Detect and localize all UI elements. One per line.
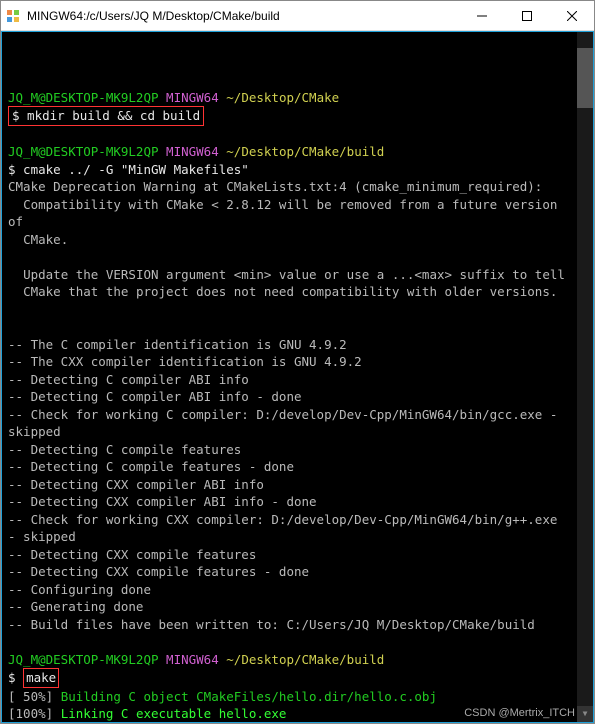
output-line: CMake. [8,232,68,247]
output-line: Linking C executable hello.exe [61,706,287,721]
prompt-shell: MINGW64 [166,144,219,159]
output-line: -- Check for working C compiler: D:/deve… [8,407,565,440]
annotation-box-mkdir: $ mkdir build && cd build [8,106,204,126]
output-line: -- The C compiler identification is GNU … [8,337,347,352]
prompt-path: ~/Desktop/CMake [226,90,339,105]
output-line: -- Detecting CXX compile features - done [8,564,309,579]
scrollbar[interactable]: ▲ ▼ [577,32,593,722]
prompt-path: ~/Desktop/CMake/build [226,144,384,159]
output-line: -- Detecting CXX compile features [8,547,256,562]
output-line: [100%] [8,706,61,721]
cmd-make: make [26,670,56,685]
output-line: -- Detecting C compiler ABI info [8,372,249,387]
terminal-content: JQ_M@DESKTOP-MK9L2QP MINGW64 ~/Desktop/C… [8,71,571,723]
window-title: MINGW64:/c/Users/JQ M/Desktop/CMake/buil… [25,9,459,23]
titlebar: MINGW64:/c/Users/JQ M/Desktop/CMake/buil… [1,1,594,31]
output-line: CMake Deprecation Warning at CMakeLists.… [8,179,542,194]
prompt-path: ~/Desktop/CMake/build [226,652,384,667]
output-line: -- Detecting CXX compiler ABI info [8,477,264,492]
output-line: -- Detecting C compile features - done [8,459,294,474]
scroll-thumb[interactable] [577,48,593,108]
window: MINGW64:/c/Users/JQ M/Desktop/CMake/buil… [0,0,595,724]
prompt-shell: MINGW64 [166,652,219,667]
cmd-cmake: $ cmake ../ -G "MinGW Makefiles" [8,162,249,177]
output-line: Compatibility with CMake < 2.8.12 will b… [8,197,565,230]
terminal[interactable]: JQ_M@DESKTOP-MK9L2QP MINGW64 ~/Desktop/C… [1,31,594,723]
output-line: CMake that the project does not need com… [8,284,557,299]
output-line: -- Detecting C compile features [8,442,241,457]
output-line: -- The CXX compiler identification is GN… [8,354,362,369]
output-line: [ 50%] [8,689,61,704]
output-line: -- Detecting C compiler ABI info - done [8,389,302,404]
cmd-mkdir: $ mkdir build && cd build [12,108,200,123]
output-line: -- Configuring done [8,582,151,597]
output-line: Building C object CMakeFiles/hello.dir/h… [61,689,437,704]
scroll-down-icon[interactable]: ▼ [577,706,593,722]
prompt-user: JQ_M@DESKTOP-MK9L2QP [8,144,159,159]
output-line: -- Detecting CXX compiler ABI info - don… [8,494,317,509]
output-line: -- Build files have been written to: C:/… [8,617,535,632]
output-line: Update the VERSION argument <min> value … [8,267,565,282]
prompt-shell: MINGW64 [166,90,219,105]
minimize-button[interactable] [459,1,504,30]
prompt-user: JQ_M@DESKTOP-MK9L2QP [8,90,159,105]
maximize-button[interactable] [504,1,549,30]
app-icon [1,9,25,23]
output-line: -- Check for working CXX compiler: D:/de… [8,512,565,545]
window-controls [459,1,594,30]
watermark: CSDN @Mertrix_ITCH [464,706,575,721]
prompt-user: JQ_M@DESKTOP-MK9L2QP [8,652,159,667]
close-button[interactable] [549,1,594,30]
cmd-prefix: $ [8,670,23,685]
annotation-box-make: make [23,668,59,688]
output-line: -- Generating done [8,599,143,614]
